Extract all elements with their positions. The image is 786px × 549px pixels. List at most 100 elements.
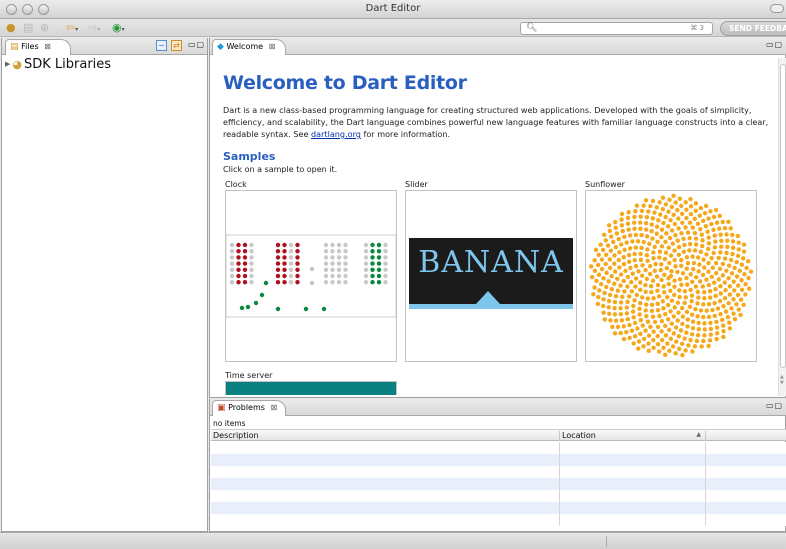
- sunflower-seed: [599, 266, 605, 272]
- clock-digit-dot: [249, 255, 254, 260]
- run-icon[interactable]: ◉▾: [112, 22, 125, 36]
- sunflower-seed: [712, 245, 718, 250]
- sunflower-seed: [661, 284, 666, 289]
- sunflower-seed: [607, 292, 613, 298]
- clock-bouncing-ball: [263, 280, 269, 286]
- sunflower-seed: [713, 207, 719, 213]
- sunflower-seed: [644, 214, 650, 220]
- column-divider: [705, 478, 706, 490]
- close-icon[interactable]: ⊠: [270, 403, 277, 412]
- sunflower-seed: [668, 288, 673, 294]
- sunflower-seed: [663, 202, 669, 207]
- clock-digit-dot: [323, 242, 329, 248]
- sunflower-seed: [676, 346, 682, 351]
- sunflower-seed: [673, 351, 678, 356]
- files-panel: [1, 38, 208, 532]
- sunflower-seed: [647, 241, 652, 247]
- sunflower-seed: [663, 333, 669, 338]
- back-arrow-icon[interactable]: ⇦▾: [66, 22, 78, 36]
- clock-digit-dot: [275, 249, 281, 254]
- sunflower-seed: [660, 195, 666, 200]
- sunflower-seed: [708, 332, 713, 337]
- sunflower-seed: [744, 265, 749, 271]
- sunflower-seed: [699, 344, 704, 349]
- close-icon[interactable]: ⊠: [269, 42, 276, 51]
- sample-card-slider[interactable]: BANANA: [405, 190, 577, 362]
- clock-digit-dot: [343, 273, 348, 279]
- minimize-maximize-icons[interactable]: ▭▢: [188, 40, 205, 49]
- column-divider: [705, 514, 706, 526]
- sample-card-time-server[interactable]: [225, 381, 397, 395]
- tree-item-sdk-libraries[interactable]: ▶ ◕ SDK Libraries: [5, 57, 111, 72]
- new-library-icon[interactable]: ●: [6, 22, 16, 34]
- sunflower-seed: [645, 247, 650, 252]
- sunflower-seed: [709, 221, 714, 227]
- sunflower-seed: [680, 321, 685, 327]
- save-all-icon[interactable]: ⊛: [40, 22, 49, 34]
- sunflower-seed: [664, 231, 669, 236]
- sunflower-seed: [672, 257, 677, 263]
- sunflower-seed: [675, 269, 680, 275]
- column-header-location[interactable]: Location ▲: [559, 431, 707, 441]
- minimize-maximize-icons[interactable]: ▭▢: [766, 40, 783, 49]
- collapse-all-icon[interactable]: −: [156, 40, 167, 51]
- sunflower-seed: [679, 211, 685, 217]
- toolbar-toggle-button[interactable]: [770, 4, 784, 13]
- sunflower-seed: [716, 277, 722, 282]
- tab-welcome[interactable]: ◆ Welcome ⊠: [212, 39, 286, 55]
- sunflower-seed: [620, 228, 625, 234]
- column-header-description[interactable]: Description: [213, 431, 259, 440]
- sunflower-seed: [622, 234, 627, 240]
- expand-triangle-icon[interactable]: ▶: [5, 60, 10, 68]
- scroll-arrows-icon[interactable]: ▲ ▼: [780, 374, 784, 386]
- sunflower-seed: [672, 221, 678, 227]
- sunflower-seed: [698, 308, 704, 313]
- link-with-editor-icon[interactable]: ⇄: [171, 40, 182, 51]
- clock-digit-dot: [275, 267, 281, 272]
- editor-scrollbar[interactable]: ▲ ▼: [778, 58, 786, 396]
- sunflower-seed: [701, 257, 706, 262]
- sunflower-seed: [719, 238, 724, 243]
- tab-files[interactable]: ▤ Files ⊠: [5, 39, 71, 55]
- sunflower-seed: [725, 244, 730, 250]
- clock-bouncing-ball: [275, 306, 281, 312]
- sunflower-preview-image: [588, 193, 754, 358]
- forward-arrow-icon[interactable]: ⇨▾: [88, 22, 100, 36]
- clock-digit-dot: [249, 267, 254, 272]
- sunflower-seed: [640, 295, 645, 300]
- search-input[interactable]: 🔍︎ ⌘ 3: [520, 22, 713, 35]
- sunflower-seed: [619, 223, 625, 228]
- sunflower-seed: [685, 230, 691, 235]
- sunflower-seed: [722, 226, 728, 231]
- sunflower-seed: [712, 313, 718, 319]
- sample-card-sunflower[interactable]: [585, 190, 757, 362]
- table-row: [211, 478, 786, 490]
- sunflower-seed: [638, 280, 643, 285]
- problems-tabbar: ▣ Problems ⊠ ▭▢: [210, 399, 786, 416]
- save-icon[interactable]: ▤: [23, 22, 33, 34]
- sunflower-seed: [734, 302, 739, 307]
- sunflower-seed: [738, 297, 744, 302]
- send-feedback-button[interactable]: SEND FEEDBACK: [720, 21, 786, 36]
- sunflower-seed: [639, 273, 645, 278]
- sunflower-seed: [648, 324, 653, 330]
- sunflower-seed: [718, 250, 723, 255]
- table-row: [211, 466, 786, 478]
- sunflower-seed: [656, 294, 662, 299]
- clock-digit-dot: [229, 273, 235, 279]
- sunflower-seed: [633, 276, 639, 281]
- sunflower-seed: [734, 259, 739, 265]
- sample-card-clock[interactable]: [225, 190, 397, 362]
- scrollbar-thumb[interactable]: [780, 64, 786, 368]
- dartlang-link[interactable]: dartlang.org: [311, 129, 361, 139]
- clock-digit-dot: [323, 249, 329, 254]
- clock-digit-dot: [330, 267, 335, 272]
- sunflower-seed: [665, 317, 671, 322]
- tab-problems[interactable]: ▣ Problems ⊠: [212, 400, 286, 416]
- minimize-maximize-icons[interactable]: ▭▢: [766, 401, 783, 410]
- close-icon[interactable]: ⊠: [44, 42, 51, 51]
- sunflower-seed: [641, 203, 646, 208]
- sunflower-seed: [655, 342, 661, 347]
- sunflower-seed: [729, 306, 734, 311]
- sunflower-seed: [655, 282, 661, 288]
